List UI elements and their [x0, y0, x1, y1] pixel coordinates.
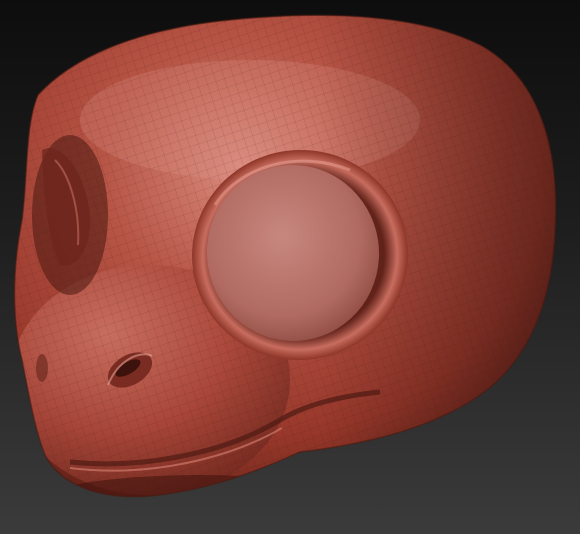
sculpt-viewport[interactable]: [0, 0, 580, 534]
sculpt-canvas[interactable]: [0, 0, 580, 534]
far-nostril: [36, 354, 48, 382]
